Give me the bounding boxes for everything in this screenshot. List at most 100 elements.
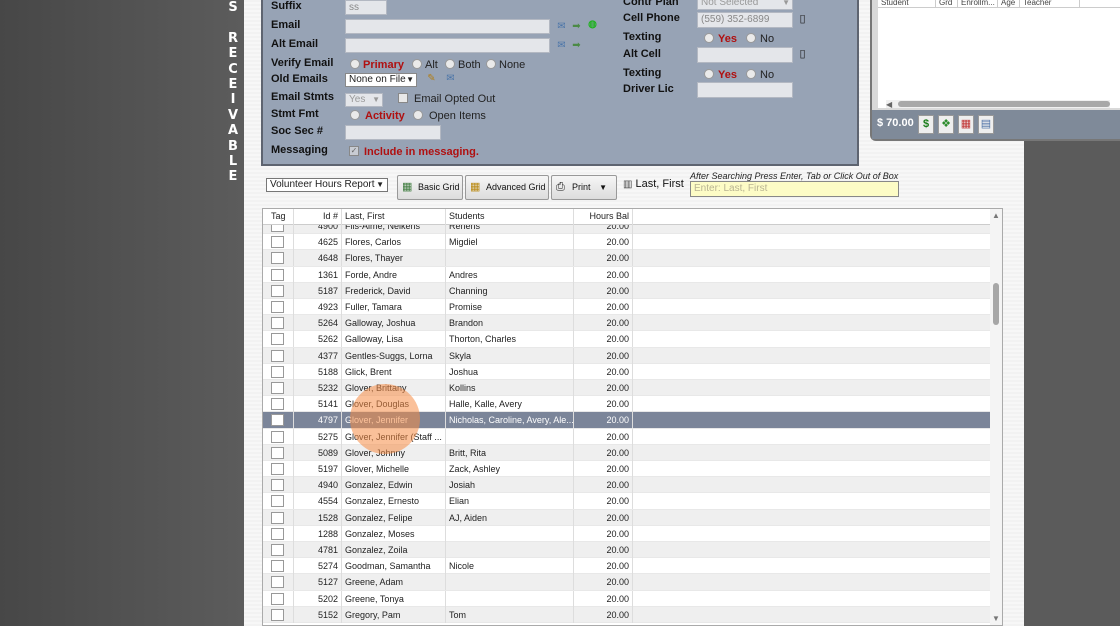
row-checkbox[interactable] xyxy=(271,592,284,605)
table-row[interactable]: 4797 Glover, Jennifer Nicholas, Caroline, … xyxy=(263,412,990,429)
calendar-icon[interactable]: ▦ xyxy=(958,115,974,134)
edit-icon[interactable]: ✎ xyxy=(425,73,438,84)
row-checkbox[interactable] xyxy=(271,576,284,589)
email-input[interactable] xyxy=(345,19,550,34)
messaging-checkbox[interactable]: ✓ xyxy=(349,146,359,156)
row-checkbox[interactable] xyxy=(271,560,284,573)
table-row[interactable]: 5188 Glick, Brent Joshua 20.00 xyxy=(263,363,990,380)
row-checkbox[interactable] xyxy=(271,382,284,394)
soc-sec-input[interactable] xyxy=(345,125,441,140)
verify-primary-radio[interactable] xyxy=(350,59,360,69)
row-checkbox[interactable] xyxy=(271,544,284,556)
table-row[interactable]: 5264 Galloway, Joshua Brandon 20.00 xyxy=(263,315,990,332)
row-checkbox[interactable] xyxy=(271,365,284,378)
table-row[interactable]: 4554 Gonzalez, Ernesto Elian 20.00 xyxy=(263,493,990,510)
table-row[interactable]: 5197 Glover, Michelle Zack, Ashley 20.00 xyxy=(263,461,990,478)
scroll-thumb[interactable] xyxy=(993,283,999,325)
row-checkbox[interactable] xyxy=(271,398,284,411)
alt-email-input[interactable] xyxy=(345,38,550,53)
dollar-icon[interactable]: $ xyxy=(918,115,934,134)
student-grid-hscrollbar[interactable]: ◀ xyxy=(886,100,1110,109)
row-checkbox[interactable] xyxy=(271,463,284,475)
table-row[interactable]: 5232 Glover, Brittany Kollins 20.00 xyxy=(263,380,990,397)
row-checkbox[interactable] xyxy=(271,414,284,427)
table-row[interactable]: 5202 Greene, Tonya 20.00 xyxy=(263,590,990,607)
id-column-header[interactable]: Id # xyxy=(294,209,342,225)
row-checkbox[interactable] xyxy=(271,608,284,621)
basic-grid-button[interactable]: ▦ Basic Grid xyxy=(397,175,463,200)
report-select[interactable]: Volunteer Hours Report ▼ xyxy=(266,178,388,192)
scroll-up-icon[interactable]: ▲ xyxy=(992,211,1000,220)
stmt-activity-radio[interactable] xyxy=(350,110,360,120)
students-column-header[interactable]: Students xyxy=(446,209,574,225)
email-forward-icon[interactable]: ➡ xyxy=(570,21,583,32)
verify-none-radio[interactable] xyxy=(486,59,496,69)
table-row[interactable]: 5152 Gregory, Pam Tom 20.00 xyxy=(263,606,990,623)
mobile-phone-icon[interactable]: ▯ xyxy=(796,49,809,60)
table-row[interactable]: 5274 Goodman, Samantha Nicole 20.00 xyxy=(263,558,990,575)
alt-cell-input[interactable] xyxy=(697,47,793,63)
mobile-phone-icon[interactable]: ▯ xyxy=(796,14,809,25)
table-row[interactable]: 4625 Flores, Carlos Migdiel 20.00 xyxy=(263,234,990,251)
table-row[interactable]: 1361 Forde, Andre Andres 20.00 xyxy=(263,266,990,283)
row-checkbox[interactable] xyxy=(271,446,284,459)
texting2-yes-radio[interactable] xyxy=(704,69,714,79)
row-checkbox[interactable] xyxy=(271,349,284,362)
old-emails-select[interactable]: None on File ▼ xyxy=(345,73,417,87)
email-link-icon[interactable]: ◍ xyxy=(586,19,599,30)
table-row[interactable]: 5262 Galloway, Lisa Thorton, Charles 20.00 xyxy=(263,331,990,348)
table-row[interactable]: 5187 Frederick, David Channing 20.00 xyxy=(263,282,990,299)
table-row[interactable]: 4648 Flores, Thayer 20.00 xyxy=(263,250,990,267)
table-row[interactable]: 4781 Gonzalez, Zoila 20.00 xyxy=(263,542,990,559)
row-checkbox[interactable] xyxy=(271,430,284,443)
verify-both-radio[interactable] xyxy=(445,59,455,69)
row-checkbox[interactable] xyxy=(271,252,284,265)
table-row[interactable]: 5275 Glover, Jennifer (Staff ... 20.00 xyxy=(263,428,990,445)
row-checkbox[interactable] xyxy=(271,268,284,281)
student-column-header[interactable]: Student xyxy=(878,0,936,7)
table-row[interactable]: 4940 Gonzalez, Edwin Josiah 20.00 xyxy=(263,477,990,494)
teacher-column-header[interactable]: Teacher xyxy=(1020,0,1080,7)
row-checkbox[interactable] xyxy=(271,511,284,524)
verify-alt-radio[interactable] xyxy=(412,59,422,69)
name-column-header[interactable]: Last, First xyxy=(342,209,446,225)
enrollment-column-header[interactable]: Enrollm... xyxy=(958,0,998,7)
contr-plan-select[interactable]: Not Selected ▼ xyxy=(697,0,793,10)
row-checkbox[interactable] xyxy=(271,333,284,346)
table-row[interactable]: 1528 Gonzalez, Felipe AJ, Aiden 20.00 xyxy=(263,509,990,526)
suffix-input[interactable]: ss xyxy=(345,0,387,15)
texting-yes-radio[interactable] xyxy=(704,33,714,43)
table-row[interactable]: 5127 Greene, Adam 20.00 xyxy=(263,574,990,591)
money-icon[interactable]: ❖ xyxy=(938,115,954,134)
table-row[interactable]: 4377 Gentles-Suggs, Lorna Skyla 20.00 xyxy=(263,347,990,364)
alt-email-compose-icon[interactable]: ✉ xyxy=(555,40,568,51)
scroll-thumb[interactable] xyxy=(898,101,1110,107)
email-compose-icon[interactable]: ✉ xyxy=(555,21,568,32)
advanced-grid-button[interactable]: ▦ Advanced Grid xyxy=(465,175,549,200)
table-row[interactable]: 1288 Gonzalez, Moses 20.00 xyxy=(263,525,990,542)
mail-icon[interactable]: ✉ xyxy=(444,73,457,84)
table-row[interactable]: 5089 Glover, Johnny Britt, Rita 20.00 xyxy=(263,444,990,461)
table-row[interactable]: 4923 Fuller, Tamara Promise 20.00 xyxy=(263,299,990,316)
grade-column-header[interactable]: Grd xyxy=(936,0,958,7)
tag-column-header[interactable]: Tag xyxy=(263,209,294,225)
row-checkbox[interactable] xyxy=(271,495,284,508)
texting2-no-radio[interactable] xyxy=(746,69,756,79)
hours-column-header[interactable]: Hours Bal xyxy=(574,209,633,225)
search-input[interactable]: Enter: Last, First xyxy=(690,181,899,197)
row-checkbox[interactable] xyxy=(271,284,284,297)
row-checkbox[interactable] xyxy=(271,236,284,249)
alt-email-forward-icon[interactable]: ➡ xyxy=(570,40,583,51)
stmt-open-items-radio[interactable] xyxy=(413,110,423,120)
table-row[interactable]: 4900 Fils-Aime, Neikens Renens 20.00 xyxy=(263,225,990,235)
cell-phone-input[interactable]: (559) 352-6899 xyxy=(697,12,793,28)
row-checkbox[interactable] xyxy=(271,317,284,330)
age-column-header[interactable]: Age xyxy=(998,0,1020,7)
driver-lic-input[interactable] xyxy=(697,82,793,98)
scroll-left-icon[interactable]: ◀ xyxy=(886,100,892,109)
row-checkbox[interactable] xyxy=(271,479,284,492)
row-checkbox[interactable] xyxy=(271,225,284,232)
grid-vscrollbar[interactable]: ▲ ▼ xyxy=(990,209,1002,625)
scroll-down-icon[interactable]: ▼ xyxy=(992,614,1000,623)
email-stmts-select[interactable]: Yes ▼ xyxy=(345,93,383,107)
